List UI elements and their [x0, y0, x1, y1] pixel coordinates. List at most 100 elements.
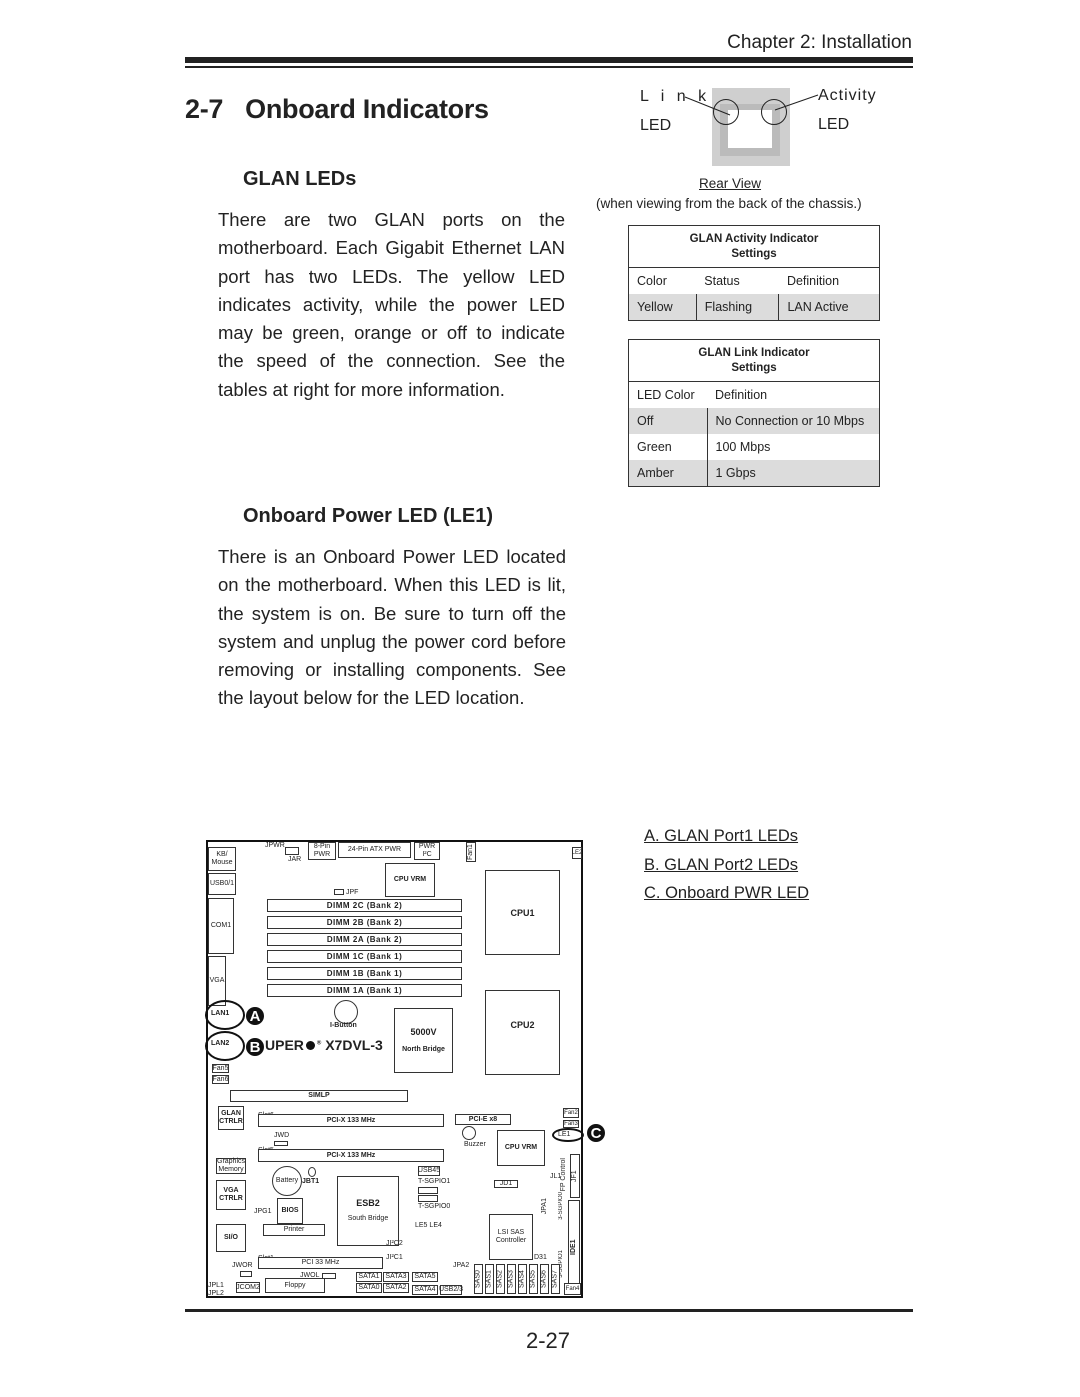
glan-controller: GLAN CTRLR	[218, 1106, 244, 1130]
table-cell: Off	[628, 408, 707, 434]
led-legend: A. GLAN Port1 LEDs B. GLAN Port2 LEDs C.…	[644, 822, 809, 908]
jd1-header: JD1	[494, 1180, 518, 1188]
table-cell: No Connection or 10 Mbps	[706, 408, 880, 434]
battery: Battery	[272, 1166, 302, 1196]
sas2-port: SAS2	[496, 1264, 505, 1294]
callout-c: C	[587, 1124, 605, 1142]
header-cell: Definition	[786, 274, 840, 288]
jwor-label: JWOR	[232, 1262, 253, 1269]
link-led-label: LED	[640, 117, 672, 134]
power-led-body: There is an Onboard Power LED located on…	[218, 546, 566, 709]
esb2-south-bridge: ESB2 South Bridge	[337, 1176, 399, 1246]
fan2-header: Fan2	[563, 1108, 579, 1118]
kb-mouse-port: KB/ Mouse	[208, 847, 236, 871]
chapter-header: Chapter 2: Installation	[727, 32, 912, 53]
jpg1-label: JPG1	[254, 1208, 272, 1215]
table-cell: Flashing	[695, 294, 779, 321]
table-header-row: LED Color Definition	[629, 382, 880, 409]
header-cell: Status	[704, 274, 740, 288]
jpf-label: JPF	[346, 889, 359, 896]
sas0-port: SAS0	[474, 1264, 483, 1294]
table-header-row: Color Status Definition	[629, 268, 880, 295]
fan4-header: Fan4	[564, 1283, 581, 1295]
jpwr-header	[285, 847, 299, 855]
tsgpio0-label: T-SGPIO0	[418, 1203, 451, 1210]
ji2c2-label: JI²C2	[386, 1240, 403, 1247]
led-pointer-lines	[684, 94, 819, 116]
jar-label: JAR	[288, 856, 302, 863]
jpl2-label: JPL2	[208, 1290, 224, 1297]
sata0-port: SATA0	[356, 1283, 382, 1293]
usb45-header: USB45	[417, 1166, 441, 1176]
le1-led: LE1	[558, 1131, 571, 1138]
footer-rule	[185, 1309, 913, 1312]
floppy-connector: Floppy	[265, 1278, 325, 1293]
sas4-port: SAS4	[518, 1264, 527, 1294]
table-row: Yellow Flashing LAN Active	[628, 294, 880, 321]
i-button-label: I-Button	[330, 1022, 357, 1029]
fan1-header: Fan1	[466, 842, 476, 862]
fan5-header: Fan5	[212, 1064, 229, 1073]
jpa1-label: JPA1	[541, 1198, 548, 1215]
section-title-text: Onboard Indicators	[245, 94, 489, 124]
dimm-2c: DIMM 2C (Bank 2)	[267, 899, 462, 912]
lan1-highlight	[205, 1000, 245, 1030]
glan-activity-table: GLAN Activity Indicator Settings Color St…	[628, 225, 880, 321]
bios-chip: BIOS	[277, 1198, 303, 1224]
le5-le4-leds: LE5 LE4	[415, 1222, 442, 1229]
tsgpio1-label: T-SGPIO1	[418, 1178, 451, 1185]
legend-item-b: B. GLAN Port2 LEDs	[644, 855, 799, 874]
activity-table-title: GLAN Activity Indicator Settings	[628, 225, 880, 268]
sata4-port: SATA4	[412, 1285, 438, 1295]
power-led-heading: Onboard Power LED (LE1)	[243, 505, 494, 527]
i-button	[334, 1000, 358, 1024]
motherboard-layout-diagram: KB/ Mouse USB0/1 COM1 VGA LAN1 LAN2 A B …	[205, 840, 605, 1298]
lan2-highlight	[205, 1031, 245, 1061]
ji2c1-label: JI²C1	[386, 1254, 403, 1261]
sata1-port: SATA1	[356, 1272, 382, 1282]
section-title: 2-7 Onboard Indicators	[185, 94, 489, 125]
sas7-port: SAS7	[551, 1264, 560, 1294]
tsgpio0-header	[418, 1195, 438, 1202]
pci33-slot1: PCI 33 MHz	[258, 1257, 383, 1269]
tsgpio1-header	[418, 1187, 438, 1194]
jbt1-label: JBT1	[302, 1178, 320, 1185]
d31-led: D31	[534, 1254, 547, 1261]
8pin-power: 8-Pin PWR	[308, 842, 336, 860]
table-cell: Green	[637, 440, 672, 454]
cpu-vrm-top: CPU VRM	[385, 863, 435, 897]
header-rule-thin	[185, 66, 913, 68]
vga-port: VGA	[208, 956, 226, 1006]
24pin-atx-power: 24-Pin ATX PWR	[338, 842, 411, 858]
table-row: Off No Connection or 10 Mbps	[628, 408, 880, 434]
printer-header: Printer	[263, 1224, 325, 1236]
buzzer-label: Buzzer	[464, 1141, 486, 1148]
glan-link-table: GLAN Link Indicator Settings LED Color De…	[628, 339, 880, 487]
north-bridge: 5000V North Bridge	[394, 1008, 453, 1073]
dimm-1b: DIMM 1B (Bank 1)	[267, 967, 462, 980]
pcix-slot6: PCI-X 133 MHz	[258, 1114, 444, 1127]
sas3-port: SAS3	[507, 1264, 516, 1294]
jpl1-label: JPL1	[208, 1282, 224, 1289]
fp-control-label: FP Control	[560, 1158, 567, 1192]
jpwr-label: JPWR	[265, 842, 285, 849]
sata5-port: SATA5	[412, 1272, 438, 1282]
usb23-header: USB2/3	[438, 1285, 464, 1295]
table-row: Amber 1 Gbps	[628, 460, 880, 487]
table-cell: Amber	[628, 460, 707, 487]
jbt1-jumper	[308, 1167, 316, 1177]
sio-chip: SI/O	[216, 1224, 246, 1252]
3-sgpio0-label: 3-SGPIO0	[558, 1192, 564, 1220]
com1-port: COM1	[208, 898, 234, 954]
cpu-vrm-bottom: CPU VRM	[497, 1130, 545, 1166]
pwr-i2c: PWR I²C	[414, 842, 440, 860]
dimm-1a: DIMM 1A (Bank 1)	[267, 984, 462, 997]
table-cell: Yellow	[628, 294, 697, 321]
dimm-2a: DIMM 2A (Bank 2)	[267, 933, 462, 946]
cpu1-socket: CPU1	[485, 870, 560, 955]
jcom2-header: JCOM2	[236, 1282, 260, 1293]
usb01-port: USB0/1	[208, 873, 236, 895]
section-number: 2-7	[185, 94, 224, 124]
pcie-x8-slot: PCI-E x8	[455, 1114, 511, 1125]
header-rule-thick	[185, 57, 913, 63]
